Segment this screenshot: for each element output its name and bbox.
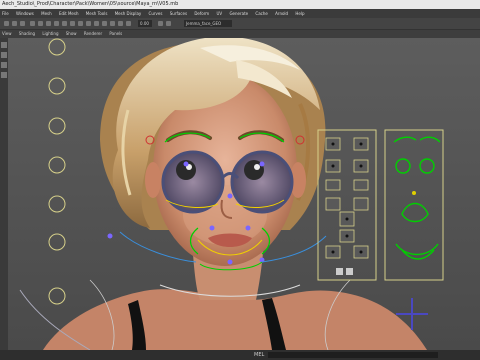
main-menubar: File Windows Mesh Edit Mesh Mesh Tools M… bbox=[0, 9, 480, 18]
grid-icon[interactable] bbox=[38, 21, 43, 26]
menu-cache[interactable]: Cache bbox=[255, 11, 267, 16]
side-toolbox bbox=[0, 38, 8, 350]
select-tool-icon[interactable] bbox=[4, 21, 9, 26]
lasso-tool-icon[interactable] bbox=[12, 21, 17, 26]
menu-uv[interactable]: UV bbox=[216, 11, 222, 16]
panel-menu-shading[interactable]: Shading bbox=[19, 31, 35, 36]
3d-viewport[interactable] bbox=[8, 38, 480, 350]
menu-edit-mesh[interactable]: Edit Mesh bbox=[59, 11, 79, 16]
near-clip-field[interactable]: 0.00 bbox=[138, 20, 152, 27]
camera-icon[interactable] bbox=[30, 21, 35, 26]
resolution-gate-icon[interactable] bbox=[102, 21, 107, 26]
menu-mesh-display[interactable]: Mesh Display bbox=[115, 11, 142, 16]
object-name-field[interactable]: Jemma_face_GEO bbox=[184, 20, 232, 27]
frame-all-icon[interactable] bbox=[118, 21, 123, 26]
character-ear-left bbox=[145, 162, 161, 198]
lighting-icon[interactable] bbox=[70, 21, 75, 26]
rotate-icon[interactable] bbox=[1, 62, 7, 68]
select-icon[interactable] bbox=[1, 42, 7, 48]
move-icon[interactable] bbox=[1, 52, 7, 58]
menu-help[interactable]: Help bbox=[295, 11, 304, 16]
isolate-icon[interactable] bbox=[94, 21, 99, 26]
exposure-icon[interactable] bbox=[166, 21, 171, 26]
panel-reset-icon[interactable] bbox=[346, 268, 353, 275]
shadow-icon[interactable] bbox=[78, 21, 83, 26]
menu-mesh-tools[interactable]: Mesh Tools bbox=[86, 11, 108, 16]
xray-icon[interactable] bbox=[86, 21, 91, 26]
smooth-shade-icon[interactable] bbox=[54, 21, 59, 26]
texture-icon[interactable] bbox=[62, 21, 67, 26]
paint-tool-icon[interactable] bbox=[20, 21, 25, 26]
viewport-scene[interactable] bbox=[8, 38, 480, 350]
menu-file[interactable]: File bbox=[2, 11, 9, 16]
wireframe-icon[interactable] bbox=[46, 21, 51, 26]
panel-menu-view[interactable]: View bbox=[2, 31, 12, 36]
menu-surfaces[interactable]: Surfaces bbox=[170, 11, 187, 16]
menu-arnold[interactable]: Arnold bbox=[275, 11, 288, 16]
panel-lock-icon[interactable] bbox=[336, 268, 343, 275]
panel-menu-show[interactable]: Show bbox=[66, 31, 77, 36]
gamma-icon[interactable] bbox=[158, 21, 163, 26]
menu-deform[interactable]: Deform bbox=[194, 11, 209, 16]
panel-menu-panels[interactable]: Panels bbox=[109, 31, 122, 36]
command-input[interactable] bbox=[268, 352, 438, 358]
command-language-label[interactable]: MEL bbox=[254, 350, 264, 360]
menu-curves[interactable]: Curves bbox=[149, 11, 163, 16]
window-title: Aech_Studio\_Prod\Character\Pack\Women\0… bbox=[0, 0, 480, 9]
film-gate-icon[interactable] bbox=[110, 21, 115, 26]
maya-window: Aech_Studio\_Prod\Character\Pack\Women\0… bbox=[0, 0, 480, 360]
panel-menu-renderer[interactable]: Renderer bbox=[84, 31, 102, 36]
menu-generate[interactable]: Generate bbox=[229, 11, 248, 16]
panel-menubar: View Shading Lighting Show Renderer Pane… bbox=[0, 30, 480, 38]
command-line: MEL bbox=[0, 350, 480, 360]
menu-windows[interactable]: Windows bbox=[16, 11, 34, 16]
scale-icon[interactable] bbox=[1, 72, 7, 78]
viewport-toolbar: 0.00 Jemma_face_GEO bbox=[0, 18, 480, 30]
frame-selected-icon[interactable] bbox=[126, 21, 131, 26]
menu-mesh[interactable]: Mesh bbox=[41, 11, 52, 16]
panel-menu-lighting[interactable]: Lighting bbox=[42, 31, 58, 36]
